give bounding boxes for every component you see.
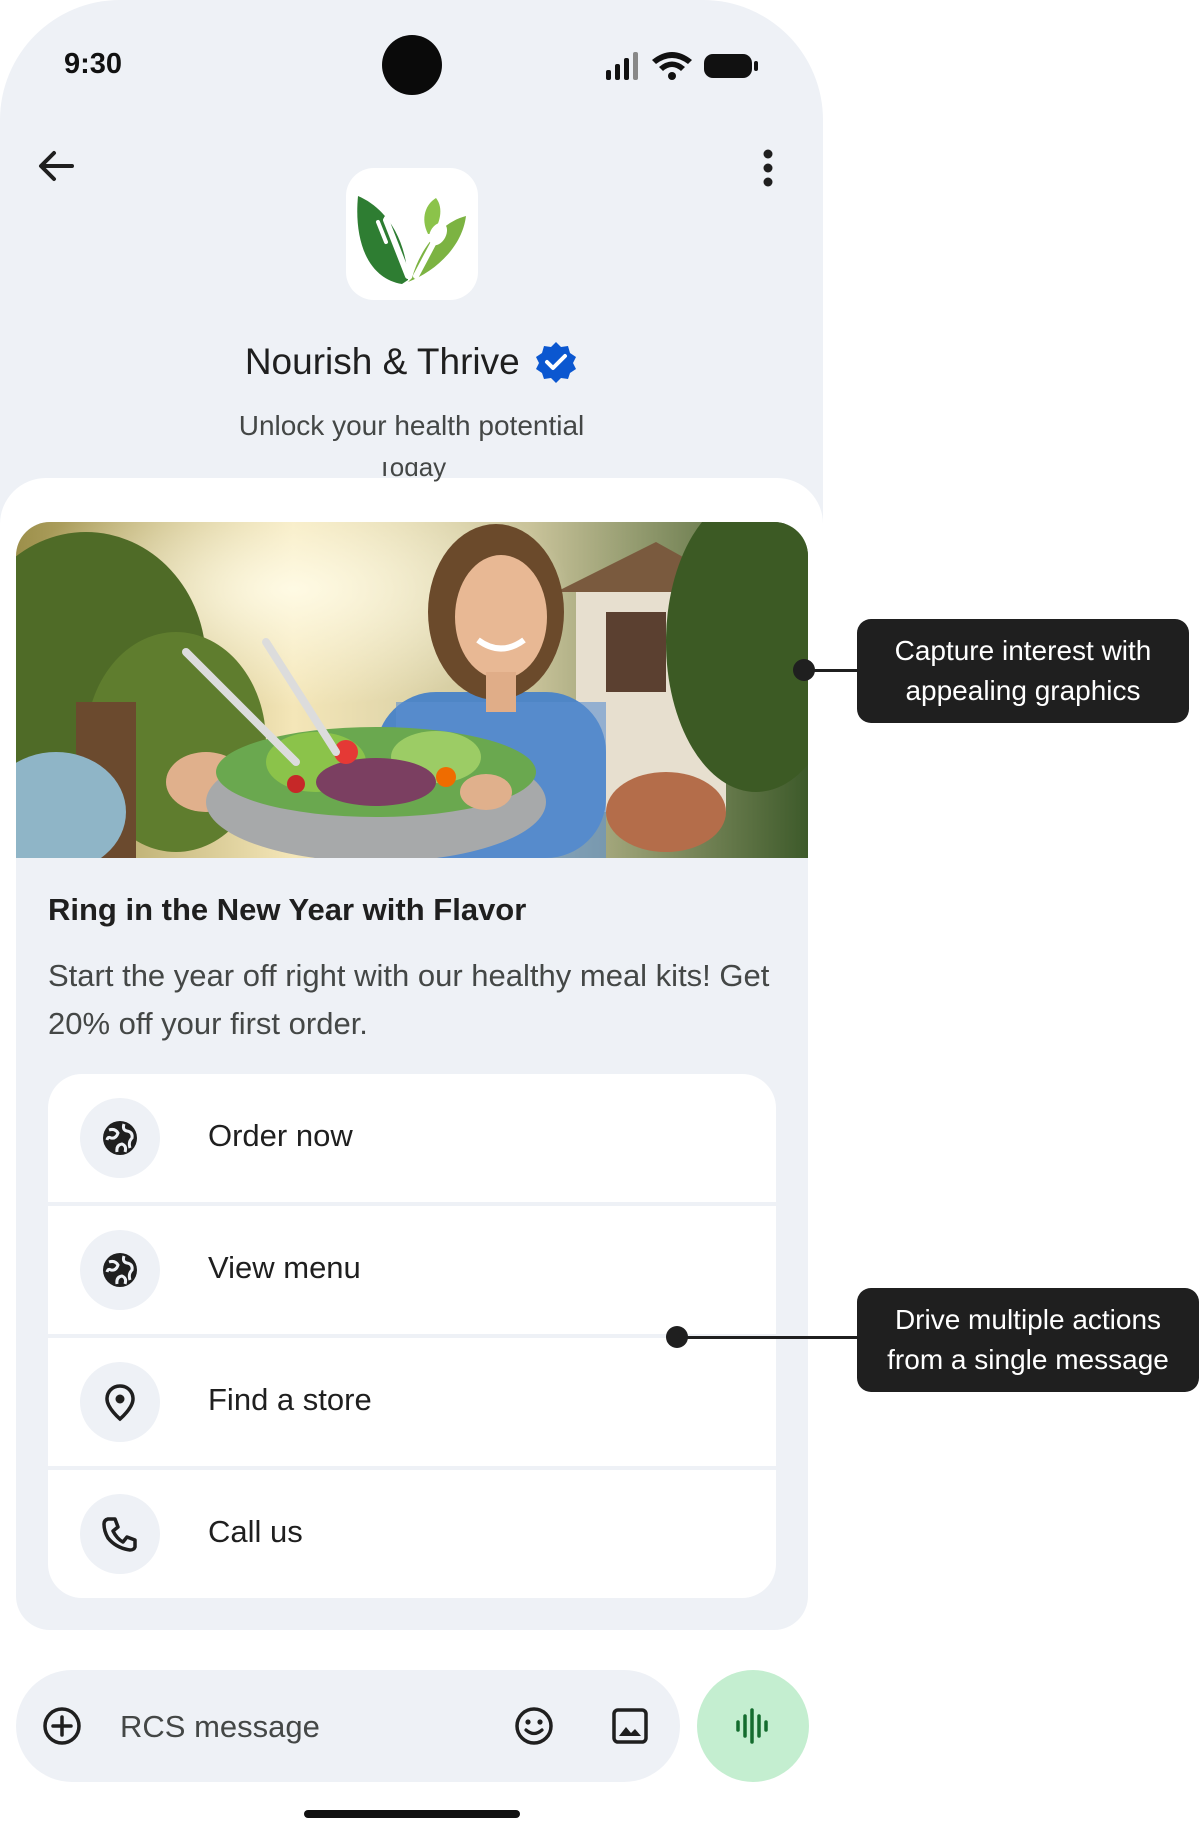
annotation-line-image bbox=[804, 669, 857, 672]
compose-bar bbox=[16, 1670, 680, 1782]
callout-graphics: Capture interest with appealing graphics bbox=[857, 619, 1189, 723]
card-description: Start the year off right with our health… bbox=[48, 958, 770, 1041]
globe-icon bbox=[80, 1098, 160, 1178]
action-label: Order now bbox=[208, 1118, 353, 1153]
verified-badge-icon bbox=[534, 340, 578, 384]
camera-cutout bbox=[382, 35, 442, 95]
action-label: Call us bbox=[208, 1514, 303, 1549]
action-find-a-store[interactable]: Find a store bbox=[48, 1338, 776, 1466]
action-label: Find a store bbox=[208, 1382, 372, 1417]
location-pin-icon bbox=[80, 1362, 160, 1442]
annotation-line-actions bbox=[677, 1336, 857, 1339]
message-input[interactable] bbox=[118, 1698, 502, 1756]
date-divider: Today bbox=[376, 462, 447, 482]
brand-name-row: Nourish & Thrive bbox=[0, 340, 823, 384]
battery-icon bbox=[704, 54, 758, 78]
brand-name: Nourish & Thrive bbox=[244, 341, 520, 382]
status-time: 9:30 bbox=[64, 48, 123, 80]
audio-wave-icon bbox=[736, 1708, 768, 1744]
brand-tagline: Unlock your health potential bbox=[238, 410, 585, 441]
globe-icon bbox=[80, 1230, 160, 1310]
action-view-menu[interactable]: View menu bbox=[48, 1206, 776, 1334]
phone-frame: 9:30 Nourish & Thrive Unlock your health… bbox=[0, 0, 823, 1838]
action-call-us[interactable]: Call us bbox=[48, 1470, 776, 1598]
action-order-now[interactable]: Order now bbox=[48, 1074, 776, 1202]
brand-logo[interactable] bbox=[346, 168, 478, 300]
callout-actions: Drive multiple actions from a single mes… bbox=[857, 1288, 1199, 1392]
wifi-icon bbox=[652, 52, 692, 80]
voice-message-button[interactable] bbox=[697, 1670, 809, 1782]
action-label: View menu bbox=[208, 1250, 361, 1285]
home-indicator[interactable] bbox=[304, 1810, 520, 1818]
rich-card: Ring in the New Year with Flavor Start t… bbox=[16, 522, 808, 1630]
status-icons bbox=[606, 48, 762, 82]
more-options-icon[interactable] bbox=[752, 146, 784, 190]
card-hero-image[interactable] bbox=[16, 522, 808, 872]
gallery-image-icon[interactable] bbox=[608, 1704, 652, 1748]
card-title: Ring in the New Year with Flavor bbox=[48, 892, 527, 927]
emoji-icon[interactable] bbox=[512, 1704, 556, 1748]
back-arrow-icon[interactable] bbox=[36, 146, 76, 186]
phone-icon bbox=[80, 1494, 160, 1574]
add-attachment-icon[interactable] bbox=[40, 1704, 84, 1748]
signal-icon bbox=[606, 52, 638, 80]
